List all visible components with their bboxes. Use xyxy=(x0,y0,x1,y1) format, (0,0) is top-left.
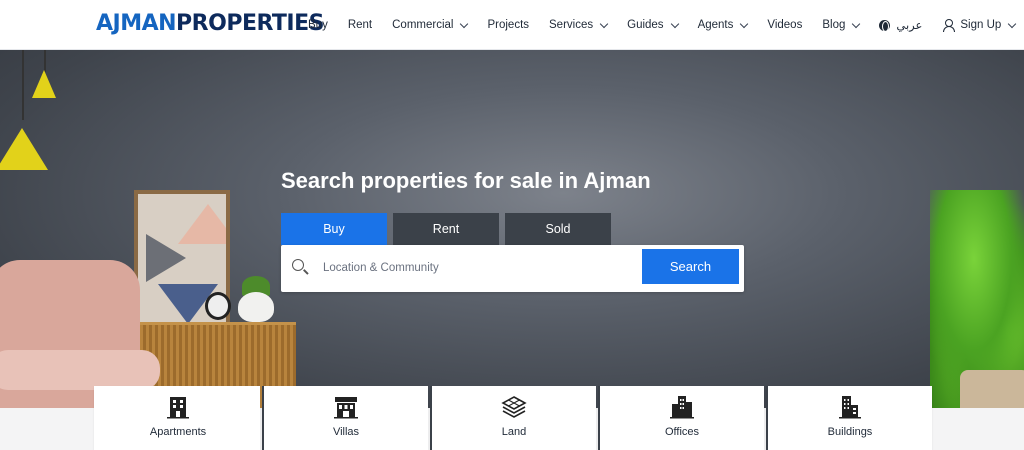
chevron-down-icon xyxy=(740,19,749,28)
pendant-lamp xyxy=(0,128,48,170)
chevron-down-icon xyxy=(852,19,861,28)
nav-rent[interactable]: Rent xyxy=(348,19,372,31)
chevron-down-icon xyxy=(460,19,469,28)
plant-pot xyxy=(238,292,274,322)
language-label: عربي xyxy=(896,20,923,32)
search-button[interactable]: Search xyxy=(642,249,739,284)
category-buildings[interactable]: Buildings xyxy=(766,386,932,450)
nav-services-label: Services xyxy=(549,19,594,31)
lamp-wire xyxy=(44,50,46,72)
category-label: Buildings xyxy=(827,426,873,438)
category-bar: Apartments Villas Land Offices Buildings xyxy=(94,386,932,450)
logo-text-properties: PROPERTIES xyxy=(176,11,324,36)
nav-services[interactable]: Services xyxy=(549,19,609,31)
signup-label: Sign Up xyxy=(960,19,1002,31)
tab-buy[interactable]: Buy xyxy=(281,213,387,245)
category-label: Villas xyxy=(332,426,360,438)
nav-commercial-label: Commercial xyxy=(392,19,454,31)
search-icon xyxy=(292,259,304,271)
nav-buy-label: Buy xyxy=(308,19,328,31)
nav-guides[interactable]: Guides xyxy=(627,19,679,31)
tab-rent[interactable]: Rent xyxy=(393,213,499,245)
chevron-down-icon xyxy=(670,19,679,28)
nav-signup[interactable]: Sign Up xyxy=(942,19,1017,32)
category-label: Offices xyxy=(664,426,700,438)
globe-icon xyxy=(879,19,891,32)
nav-guides-label: Guides xyxy=(627,19,664,31)
nav-agents[interactable]: Agents xyxy=(697,19,749,31)
nav-rent-label: Rent xyxy=(347,19,373,31)
search-tabs: Buy Rent Sold xyxy=(281,213,611,245)
buildings-icon xyxy=(839,396,861,419)
armchair-seat xyxy=(0,350,160,390)
category-villas[interactable]: Villas xyxy=(262,386,428,450)
location-search-input[interactable] xyxy=(313,250,639,286)
lamp-wire xyxy=(22,50,24,120)
land-layers-icon xyxy=(501,396,527,418)
pendant-lamp xyxy=(32,70,56,98)
nav-projects-label: Projects xyxy=(487,19,530,31)
tab-sold[interactable]: Sold xyxy=(505,213,611,245)
search-box: Search xyxy=(281,245,744,292)
nav-blog-label: Blog xyxy=(822,19,846,31)
nav-buy[interactable]: Buy xyxy=(308,19,328,31)
nav-videos[interactable]: Videos xyxy=(767,19,802,31)
category-label: Apartments xyxy=(149,426,207,438)
nav-blog[interactable]: Blog xyxy=(822,19,861,31)
plant-basket xyxy=(960,370,1024,408)
main-nav: Buy Rent Commercial Projects Services Gu… xyxy=(308,0,1024,50)
chevron-down-icon xyxy=(599,19,609,28)
category-label: Land xyxy=(501,426,527,438)
language-switch[interactable]: عربي xyxy=(879,18,922,32)
site-header: AJMANPROPERTIES Buy Rent Commercial Proj… xyxy=(0,0,1024,50)
nav-commercial[interactable]: Commercial xyxy=(392,19,469,31)
category-offices[interactable]: Offices xyxy=(598,386,764,450)
villa-icon xyxy=(334,397,358,419)
hero-banner: Search properties for sale in Ajman Buy … xyxy=(0,50,1024,408)
nav-videos-label: Videos xyxy=(767,19,803,31)
alarm-clock xyxy=(205,292,231,320)
office-tower-icon xyxy=(670,396,694,419)
nav-agents-label: Agents xyxy=(697,19,734,31)
category-apartments[interactable]: Apartments xyxy=(94,386,260,450)
chevron-down-icon xyxy=(1008,19,1017,28)
site-logo[interactable]: AJMANPROPERTIES xyxy=(96,11,324,37)
hero-title: Search properties for sale in Ajman xyxy=(281,168,651,193)
category-land[interactable]: Land xyxy=(430,386,596,450)
nav-projects[interactable]: Projects xyxy=(487,19,529,31)
logo-text-ajman: AJMAN xyxy=(96,11,177,36)
apartment-building-icon xyxy=(167,397,189,419)
user-icon xyxy=(942,19,956,32)
